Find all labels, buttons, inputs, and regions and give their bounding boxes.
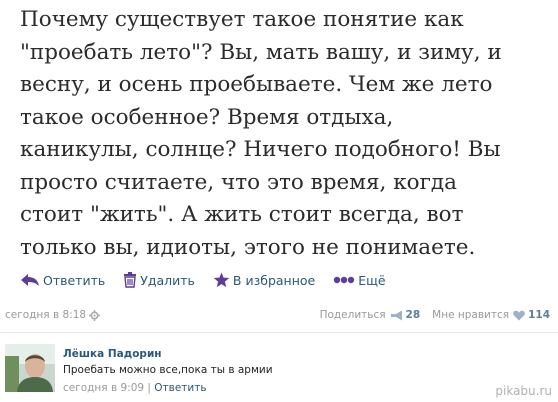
- post-meta: сегодня в 8:18 Поделиться 28 Мне нравитс…: [5, 309, 550, 325]
- more-dots-icon: [334, 276, 355, 284]
- megaphone-icon: [390, 310, 402, 320]
- delete-action[interactable]: Удалить: [123, 272, 195, 288]
- reply-arrow-icon: [21, 274, 39, 286]
- reply-label: Ответить: [43, 272, 106, 288]
- heart-icon: [513, 310, 525, 320]
- comment-reply-link[interactable]: Ответить: [154, 382, 206, 394]
- share-button[interactable]: Поделиться 28: [320, 309, 421, 321]
- post-actions: Ответить Удалить В избранное Ещё: [20, 270, 404, 290]
- comment: Лёшка Падорин Проебать можно все,пока ты…: [5, 344, 545, 400]
- share-count: 28: [405, 309, 421, 321]
- favorite-label: В избранное: [232, 272, 316, 288]
- comment-author[interactable]: Лёшка Падорин: [63, 348, 162, 360]
- comment-separator: |: [144, 382, 155, 394]
- share-label: Поделиться: [319, 309, 386, 321]
- like-button[interactable]: Мне нравится 114: [432, 309, 550, 321]
- gear-icon[interactable]: [89, 309, 101, 321]
- more-label: Ещё: [358, 272, 386, 288]
- star-icon: [213, 272, 230, 288]
- reply-action[interactable]: Ответить: [20, 273, 105, 288]
- divider: [0, 332, 558, 333]
- like-count: 114: [528, 309, 550, 321]
- delete-label: Удалить: [140, 272, 195, 288]
- trash-icon: [124, 272, 137, 288]
- comment-text: Проебать можно все,пока ты в армии: [63, 364, 273, 376]
- avatar[interactable]: [5, 344, 55, 392]
- comment-meta: сегодня в 9:09 | Ответить: [63, 382, 207, 394]
- post-time[interactable]: сегодня в 8:18: [5, 309, 86, 321]
- watermark: pikabu.ru: [495, 384, 552, 398]
- favorite-action[interactable]: В избранное: [213, 272, 315, 288]
- post-text: Почему существует такое понятие как "про…: [20, 7, 502, 260]
- avatar-photo: [5, 344, 55, 392]
- comment-time[interactable]: сегодня в 9:09: [63, 382, 144, 394]
- more-action[interactable]: Ещё: [333, 272, 386, 288]
- like-label: Мне нравится: [432, 309, 510, 321]
